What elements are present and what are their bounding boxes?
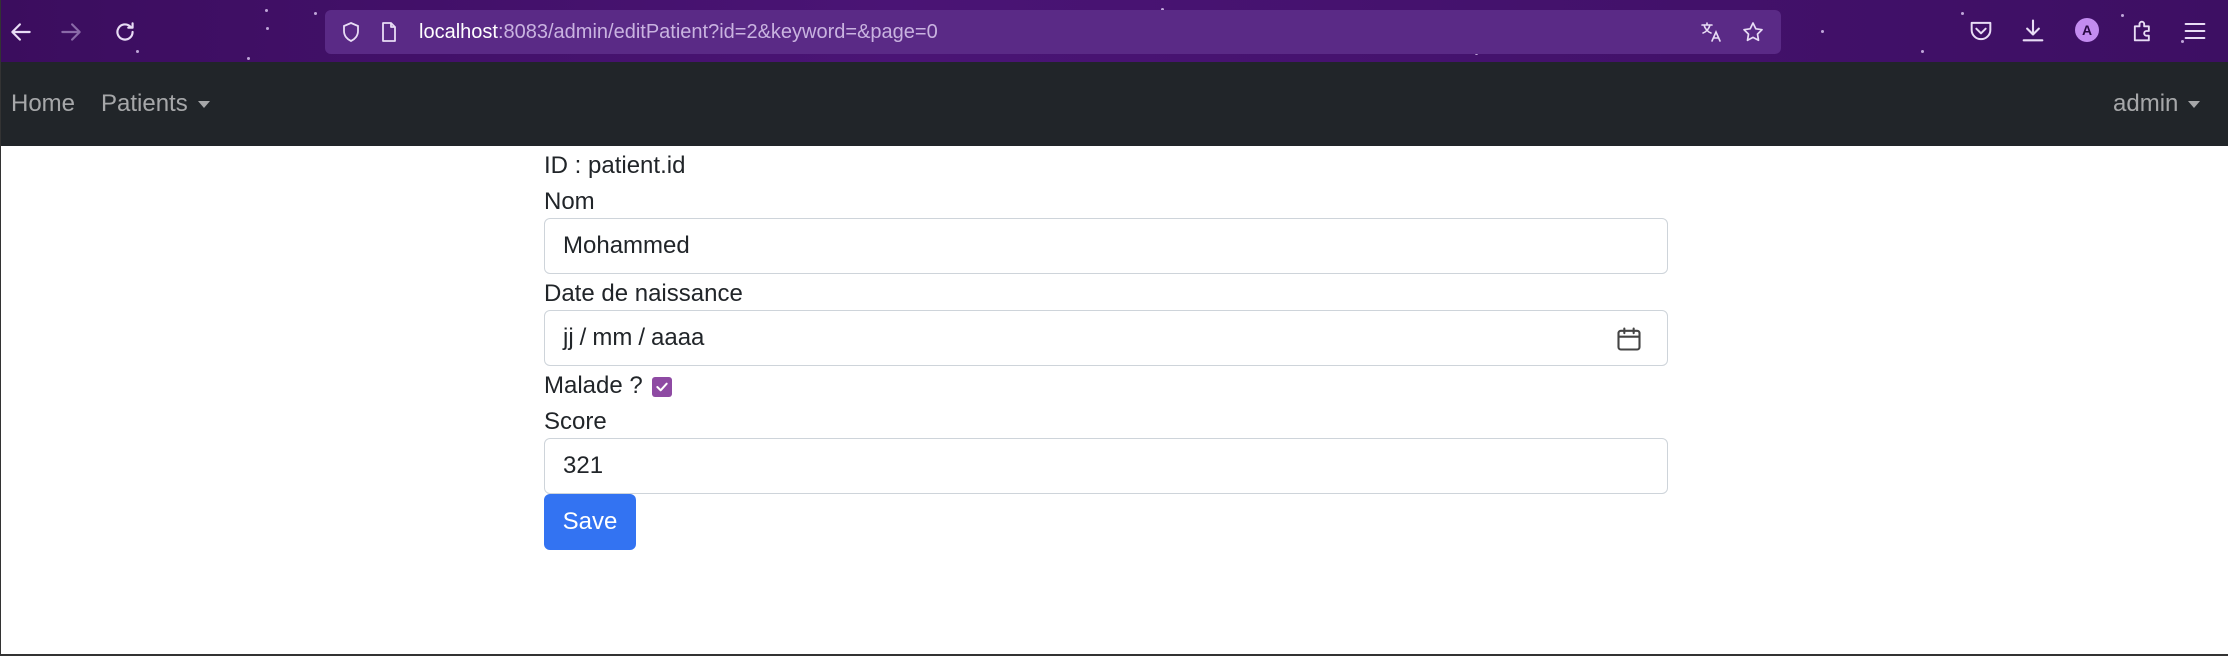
- nom-label: Nom: [544, 188, 595, 215]
- profile-avatar[interactable]: A: [2075, 18, 2099, 42]
- date-day-segment[interactable]: jj: [563, 324, 574, 352]
- nav-user-label: admin: [2113, 90, 2179, 117]
- chevron-down-icon: [197, 100, 210, 108]
- translate-icon[interactable]: [1699, 20, 1723, 44]
- hamburger-menu-icon[interactable]: [2181, 17, 2209, 45]
- date-separator: /: [579, 324, 587, 351]
- pocket-icon[interactable]: [1967, 17, 1995, 45]
- date-year-segment[interactable]: aaaa: [651, 324, 704, 352]
- puzzle-icon[interactable]: [2129, 17, 2157, 45]
- chevron-down-icon: [2188, 100, 2201, 108]
- arrow-right-icon: [61, 23, 81, 41]
- star-icon[interactable]: [1741, 20, 1765, 44]
- download-icon[interactable]: [2019, 17, 2047, 45]
- calendar-icon[interactable]: [1615, 325, 1643, 353]
- nom-value: Mohammed: [563, 232, 690, 259]
- date-separator: /: [638, 324, 645, 351]
- browser-toolbar: localhost:8083/admin/editPatient?id=2&ke…: [1, 0, 2228, 62]
- score-label: Score: [544, 408, 607, 435]
- url-text[interactable]: localhost:8083/admin/editPatient?id=2&ke…: [419, 21, 938, 44]
- date-label: Date de naissance: [544, 280, 743, 307]
- nav-patients-dropdown[interactable]: Patients: [101, 90, 210, 118]
- score-value: 321: [563, 452, 604, 479]
- score-input[interactable]: 321: [544, 438, 1668, 494]
- arrow-left-icon: [11, 23, 31, 41]
- reload-icon: [116, 22, 134, 41]
- nav-home-link[interactable]: Home: [11, 90, 75, 118]
- malade-label: Malade ?: [544, 372, 643, 399]
- date-month-segment[interactable]: mm: [592, 324, 632, 352]
- back-button[interactable]: [3, 14, 39, 50]
- reload-button[interactable]: [107, 14, 143, 50]
- save-button[interactable]: Save: [544, 494, 636, 550]
- patient-id-text: ID : patient.id: [544, 152, 686, 179]
- nav-home-label: Home: [11, 90, 76, 117]
- checkmark-icon: [656, 382, 668, 392]
- shield-icon[interactable]: [339, 20, 363, 44]
- url-host: localhost: [419, 21, 498, 43]
- app-navbar: Home Patients admin: [1, 62, 2228, 146]
- date-input[interactable]: jj / mm / aaaa: [544, 310, 1668, 366]
- nom-input[interactable]: Mohammed: [544, 218, 1668, 274]
- url-path: :8083/admin/editPatient?id=2&keyword=&pa…: [497, 21, 938, 43]
- nav-patients-label: Patients: [101, 90, 188, 117]
- forward-button[interactable]: [53, 14, 89, 50]
- nav-user-dropdown[interactable]: admin: [2113, 90, 2201, 118]
- malade-checkbox[interactable]: [652, 377, 672, 397]
- page-icon[interactable]: [377, 20, 401, 44]
- address-bar[interactable]: localhost:8083/admin/editPatient?id=2&ke…: [325, 10, 1781, 54]
